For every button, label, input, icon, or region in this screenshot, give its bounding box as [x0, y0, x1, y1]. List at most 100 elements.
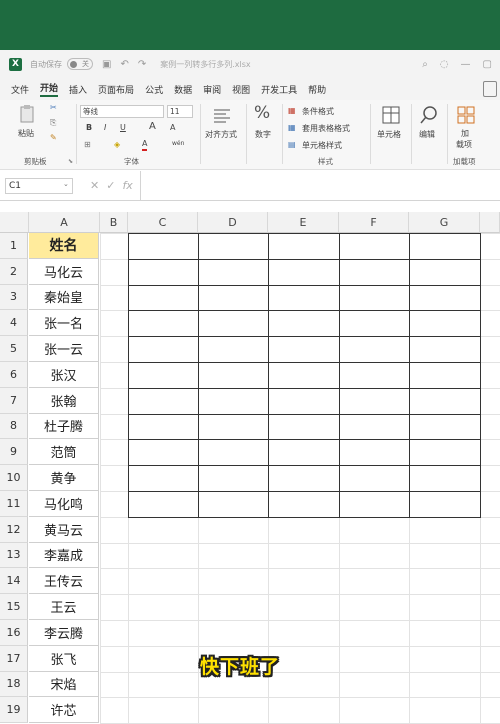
column-header-f[interactable]: F: [339, 212, 409, 233]
name-cell[interactable]: 李云腾: [29, 620, 99, 646]
bold-button[interactable]: B: [86, 123, 92, 132]
row-header[interactable]: 1: [0, 233, 28, 259]
increase-font-button[interactable]: A: [149, 121, 156, 132]
tab-help[interactable]: 帮助: [308, 83, 326, 96]
addins-button-line2[interactable]: 载项: [456, 139, 472, 150]
row-header[interactable]: 17: [0, 645, 28, 672]
cancel-icon[interactable]: ✕: [90, 179, 99, 192]
name-cell[interactable]: 范筒: [29, 439, 99, 466]
align-icon[interactable]: [212, 106, 232, 126]
column-header-a[interactable]: A: [29, 212, 100, 233]
column-header-d[interactable]: D: [198, 212, 268, 233]
paste-icon[interactable]: [18, 104, 38, 124]
column-header-g[interactable]: G: [409, 212, 480, 233]
redo-icon[interactable]: ↷: [138, 59, 146, 70]
row-header[interactable]: 9: [0, 439, 28, 466]
row-header[interactable]: 13: [0, 542, 28, 569]
row-header[interactable]: 6: [0, 362, 28, 388]
alignment-label[interactable]: 对齐方式: [205, 129, 237, 140]
cell-style-icon[interactable]: ▤: [288, 140, 296, 149]
row-header[interactable]: 12: [0, 516, 28, 543]
row-header[interactable]: 15: [0, 594, 28, 620]
cell-style-button[interactable]: 单元格样式: [302, 140, 342, 151]
cells-icon[interactable]: [381, 105, 401, 125]
name-cell[interactable]: 李嘉成: [29, 542, 99, 569]
name-cell[interactable]: 黄争: [29, 465, 99, 491]
row-header[interactable]: 18: [0, 671, 28, 698]
name-cell[interactable]: 马化鸣: [29, 491, 99, 517]
column-header-next[interactable]: [480, 212, 500, 233]
clipboard-launcher-icon[interactable]: ⬊: [68, 158, 73, 165]
number-label[interactable]: 数字: [255, 129, 271, 140]
name-cell[interactable]: 张一云: [29, 336, 99, 362]
row-header[interactable]: 14: [0, 568, 28, 595]
row-header[interactable]: 5: [0, 336, 28, 362]
name-cell[interactable]: 张汉: [29, 362, 99, 388]
editing-label[interactable]: 编辑: [419, 129, 435, 140]
autosave-toggle[interactable]: 关: [67, 58, 93, 70]
share-icon[interactable]: [483, 81, 497, 97]
account-icon[interactable]: ◌: [440, 59, 449, 70]
phonetic-button[interactable]: wén: [172, 140, 184, 147]
tab-page-layout[interactable]: 页面布局: [98, 83, 134, 96]
column-header-e[interactable]: E: [268, 212, 339, 233]
font-name-select[interactable]: 等线: [80, 105, 164, 118]
conditional-format-icon[interactable]: ▦: [288, 106, 296, 115]
header-cell-name[interactable]: 姓名: [29, 233, 99, 259]
tab-data[interactable]: 数据: [174, 83, 192, 96]
copy-icon[interactable]: ⎘: [50, 118, 56, 128]
addins-button-line1[interactable]: 加: [461, 128, 469, 139]
tab-developer[interactable]: 开发工具: [261, 83, 297, 96]
row-header[interactable]: 7: [0, 387, 28, 414]
format-painter-icon[interactable]: ✎: [50, 133, 57, 142]
name-cell[interactable]: 秦始皇: [29, 284, 99, 311]
row-header[interactable]: 11: [0, 491, 28, 517]
restore-icon[interactable]: ▢: [483, 59, 492, 70]
tab-review[interactable]: 审阅: [203, 83, 221, 96]
tab-insert[interactable]: 插入: [69, 83, 87, 96]
italic-button[interactable]: I: [104, 123, 106, 132]
fx-button[interactable]: fx: [122, 179, 132, 192]
row-header[interactable]: 10: [0, 465, 28, 491]
name-cell[interactable]: 许芯: [29, 697, 99, 724]
minimize-icon[interactable]: —: [461, 59, 471, 70]
font-size-select[interactable]: 11: [167, 105, 193, 118]
tab-file[interactable]: 文件: [11, 83, 29, 96]
row-header[interactable]: 3: [0, 284, 28, 311]
undo-icon[interactable]: ↶: [120, 59, 128, 70]
enter-icon[interactable]: ✓: [106, 179, 115, 192]
column-header-c[interactable]: C: [128, 212, 198, 233]
select-all-corner[interactable]: [0, 212, 29, 233]
cut-icon[interactable]: ✂: [50, 103, 57, 112]
paste-button[interactable]: 粘贴: [18, 128, 34, 139]
row-header[interactable]: 16: [0, 620, 28, 646]
row-header[interactable]: 19: [0, 697, 28, 724]
font-color-button[interactable]: A: [142, 139, 148, 151]
name-cell[interactable]: 王云: [29, 594, 99, 620]
addins-icon[interactable]: [456, 105, 476, 125]
percent-icon[interactable]: %: [254, 103, 270, 123]
name-cell[interactable]: 王传云: [29, 568, 99, 595]
table-format-icon[interactable]: ▦: [288, 123, 296, 132]
tab-formulas[interactable]: 公式: [145, 83, 163, 96]
name-cell[interactable]: 杜子腾: [29, 413, 99, 440]
border-icon[interactable]: ⊞: [84, 140, 91, 149]
conditional-format-button[interactable]: 条件格式: [302, 106, 334, 117]
cells-label[interactable]: 单元格: [377, 129, 401, 140]
row-header[interactable]: 8: [0, 413, 28, 440]
name-cell[interactable]: 宋焰: [29, 671, 99, 698]
magnifier-icon[interactable]: [419, 105, 439, 125]
name-cell[interactable]: 马化云: [29, 258, 99, 285]
tab-view[interactable]: 视图: [232, 83, 250, 96]
name-cell[interactable]: 黄马云: [29, 516, 99, 543]
name-cell[interactable]: 张一名: [29, 310, 99, 337]
fill-color-icon[interactable]: ◈: [114, 140, 120, 149]
name-cell[interactable]: 张飞: [29, 645, 99, 672]
underline-button[interactable]: U: [120, 123, 126, 132]
column-header-b[interactable]: B: [100, 212, 128, 233]
save-icon[interactable]: ▣: [102, 59, 111, 70]
decrease-font-button[interactable]: A: [170, 123, 175, 132]
row-header[interactable]: 2: [0, 258, 28, 285]
tab-home[interactable]: 开始: [40, 81, 59, 97]
search-icon[interactable]: ⌕: [422, 59, 428, 70]
